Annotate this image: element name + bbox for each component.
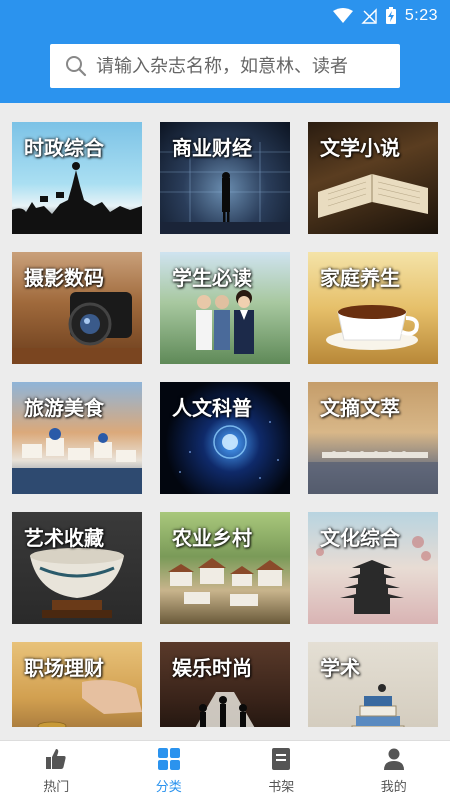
- category-grid: 时政综合 商业财经 文学小说 摄影数码 学生必读 家庭养生 旅游美食 人文科普 …: [12, 122, 438, 727]
- tab-label: 分类: [155, 780, 182, 795]
- category-tile-humanities[interactable]: 人文科普: [160, 382, 290, 494]
- status-bar: 5:23: [332, 6, 438, 26]
- category-tile-politics[interactable]: 时政综合: [12, 122, 142, 234]
- tab-label: 热门: [43, 780, 70, 795]
- category-label: 娱乐时尚: [172, 656, 252, 680]
- category-tile-entertainment[interactable]: 娱乐时尚: [160, 642, 290, 727]
- category-label: 艺术收藏: [24, 526, 104, 550]
- battery-charging-icon: [385, 7, 396, 24]
- category-tile-business[interactable]: 商业财经: [160, 122, 290, 234]
- category-tile-literature[interactable]: 文学小说: [308, 122, 438, 234]
- category-label: 摄影数码: [24, 266, 104, 290]
- tab-hot[interactable]: 热门: [0, 741, 113, 800]
- tab-bookshelf[interactable]: 书架: [225, 741, 338, 800]
- category-tile-photography[interactable]: 摄影数码: [12, 252, 142, 364]
- category-label: 人文科普: [172, 396, 252, 420]
- search-bar[interactable]: [50, 44, 400, 88]
- category-label: 文摘文萃: [320, 396, 400, 420]
- category-tile-culture[interactable]: 文化综合: [308, 512, 438, 624]
- category-label: 家庭养生: [320, 266, 400, 290]
- person-icon: [383, 748, 404, 770]
- search-icon: [66, 56, 87, 77]
- category-tile-agriculture[interactable]: 农业乡村: [160, 512, 290, 624]
- category-tile-digest[interactable]: 文摘文萃: [308, 382, 438, 494]
- category-tile-art-collection[interactable]: 艺术收藏: [12, 512, 142, 624]
- category-tile-student[interactable]: 学生必读: [160, 252, 290, 364]
- search-input[interactable]: [96, 55, 386, 77]
- category-label: 职场理财: [24, 656, 104, 680]
- category-label: 商业财经: [172, 136, 252, 160]
- thumbs-up-icon: [46, 749, 66, 769]
- tab-label: 书架: [268, 780, 295, 795]
- category-label: 学术: [320, 656, 360, 680]
- category-label: 文学小说: [320, 136, 400, 160]
- category-label: 学生必读: [172, 266, 252, 290]
- category-tile-family-health[interactable]: 家庭养生: [308, 252, 438, 364]
- category-tile-career-finance[interactable]: 职场理财: [12, 642, 142, 727]
- category-label: 农业乡村: [172, 526, 252, 550]
- tab-category[interactable]: 分类: [113, 741, 226, 800]
- category-tile-academic[interactable]: 学术: [308, 642, 438, 727]
- category-tile-travel-food[interactable]: 旅游美食: [12, 382, 142, 494]
- bottom-tab-bar: 热门 分类 书架 我的: [0, 740, 450, 800]
- grid-icon: [157, 748, 180, 770]
- category-label: 旅游美食: [24, 396, 104, 420]
- tab-label: 我的: [380, 780, 407, 795]
- no-signal-icon: [361, 8, 377, 24]
- status-time: 5:23: [404, 7, 438, 24]
- category-label: 时政综合: [24, 136, 104, 160]
- bookshelf-icon: [272, 748, 291, 770]
- app-header: 5:23: [0, 0, 450, 103]
- tab-mine[interactable]: 我的: [338, 741, 450, 800]
- wifi-icon: [332, 8, 353, 23]
- category-label: 文化综合: [320, 526, 400, 550]
